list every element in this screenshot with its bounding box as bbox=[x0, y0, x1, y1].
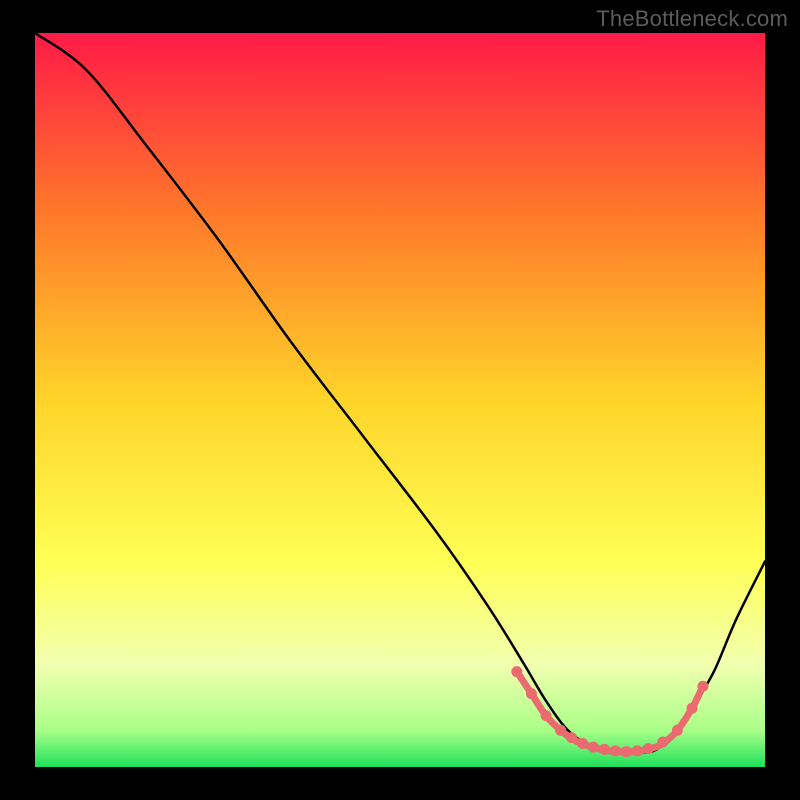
highlight-dot bbox=[577, 738, 588, 749]
highlight-dot bbox=[621, 746, 632, 757]
chart-frame: TheBottleneck.com bbox=[0, 0, 800, 800]
highlight-dot bbox=[657, 737, 668, 748]
watermark-label: TheBottleneck.com bbox=[596, 6, 788, 32]
highlight-dot bbox=[610, 745, 621, 756]
highlight-dot bbox=[555, 725, 566, 736]
highlight-dot bbox=[632, 745, 643, 756]
highlight-dot bbox=[511, 666, 522, 677]
highlight-dot bbox=[541, 710, 552, 721]
highlight-dot bbox=[526, 688, 537, 699]
highlight-dot bbox=[672, 725, 683, 736]
highlight-dot bbox=[697, 681, 708, 692]
plot-svg bbox=[35, 33, 765, 767]
highlight-dot bbox=[643, 743, 654, 754]
highlight-dot bbox=[588, 742, 599, 753]
plot-area bbox=[35, 33, 765, 767]
highlight-dot bbox=[566, 732, 577, 743]
highlight-dot bbox=[599, 744, 610, 755]
highlight-dot bbox=[687, 703, 698, 714]
